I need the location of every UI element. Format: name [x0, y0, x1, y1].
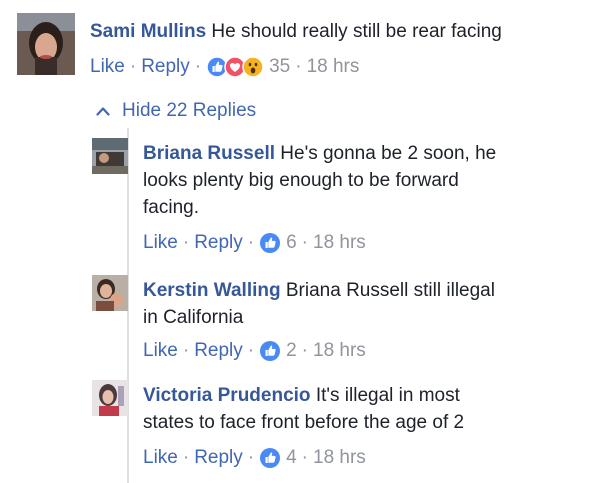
reply-text: Briana Russell still illegal [285, 280, 495, 301]
chevron-up-icon [96, 107, 110, 116]
hide-replies-label: Hide 22 Replies [122, 100, 257, 121]
reply: Kerstin Walling Briana Russell still ill… [0, 265, 600, 370]
reaction-count: 4 [286, 447, 297, 468]
reply: Briana Russell He's gonna be 2 soon, he … [0, 130, 600, 260]
like-icon [260, 233, 281, 253]
reply: Victoria Prudencio It's illegal in most … [0, 372, 600, 483]
reply-text: It's illegal in most [315, 385, 460, 406]
reaction-summary[interactable] [259, 447, 281, 469]
reaction-count: 35 [269, 56, 291, 77]
like-button[interactable]: Like [90, 55, 125, 79]
separator: · [194, 56, 202, 77]
reply-text: facing. [143, 197, 199, 218]
comment: Sami Mullins He should really still be r… [0, 0, 600, 90]
separator: · [247, 232, 255, 253]
reaction-summary[interactable] [206, 56, 264, 78]
avatar[interactable] [92, 275, 128, 311]
reply-actions: Like · Reply · 2 · 18 hrs [143, 339, 366, 363]
reply-text: He's gonna be 2 soon, he [280, 143, 497, 164]
separator: · [301, 340, 308, 361]
wow-icon [242, 56, 264, 78]
separator: · [129, 56, 137, 77]
separator: · [247, 340, 255, 361]
avatar[interactable] [17, 13, 75, 75]
reply-author[interactable]: Kerstin Walling [143, 280, 281, 301]
comment-text: He should really still be rear facing [211, 21, 502, 42]
like-icon [260, 341, 281, 361]
timestamp[interactable]: 18 hrs [307, 55, 360, 79]
like-icon [260, 448, 281, 468]
reply-button[interactable]: Reply [141, 55, 190, 79]
avatar[interactable] [92, 138, 128, 174]
separator: · [182, 232, 190, 253]
comment-author[interactable]: Sami Mullins [90, 21, 206, 42]
reply-body: Kerstin Walling Briana Russell still ill… [143, 277, 583, 331]
reply-body: Briana Russell He's gonna be 2 soon, he … [143, 140, 583, 221]
reaction-count: 2 [286, 340, 297, 361]
reply-text: looks plenty big enough to be forward [143, 170, 459, 191]
reaction-summary[interactable] [259, 232, 281, 254]
reply-actions: Like · Reply · 6 · 18 hrs [143, 231, 366, 255]
reply-line: Briana Russell He's gonna be 2 soon, he [143, 140, 583, 167]
like-button[interactable]: Like [143, 231, 178, 255]
separator: · [301, 232, 308, 253]
reaction-summary[interactable] [259, 340, 281, 362]
separator: · [182, 447, 190, 468]
separator: · [182, 340, 190, 361]
separator: · [247, 447, 255, 468]
reply-text: in California [143, 307, 244, 328]
separator: · [295, 56, 302, 77]
reply-line: Victoria Prudencio It's illegal in most [143, 382, 583, 409]
reply-author[interactable]: Briana Russell [143, 143, 275, 164]
reply-button[interactable]: Reply [194, 231, 243, 255]
timestamp[interactable]: 18 hrs [313, 231, 366, 255]
reply-line: Kerstin Walling Briana Russell still ill… [143, 277, 583, 304]
hide-replies-toggle[interactable]: Hide 22 Replies [96, 98, 256, 124]
reply-button[interactable]: Reply [194, 446, 243, 470]
reply-body: Victoria Prudencio It's illegal in most … [143, 382, 583, 436]
timestamp[interactable]: 18 hrs [313, 339, 366, 363]
timestamp[interactable]: 18 hrs [313, 446, 366, 470]
reply-button[interactable]: Reply [194, 339, 243, 363]
avatar[interactable] [92, 380, 128, 416]
comment-body: Sami Mullins He should really still be r… [90, 18, 590, 45]
comment-actions: Like · Reply · 35 · 18 hrs [90, 55, 359, 79]
reply-author[interactable]: Victoria Prudencio [143, 385, 311, 406]
reply-text: states to face front before the age of 2 [143, 412, 465, 433]
like-button[interactable]: Like [143, 339, 178, 363]
separator: · [301, 447, 308, 468]
like-button[interactable]: Like [143, 446, 178, 470]
reply-actions: Like · Reply · 4 · 18 hrs [143, 446, 366, 470]
reaction-count: 6 [286, 232, 297, 253]
